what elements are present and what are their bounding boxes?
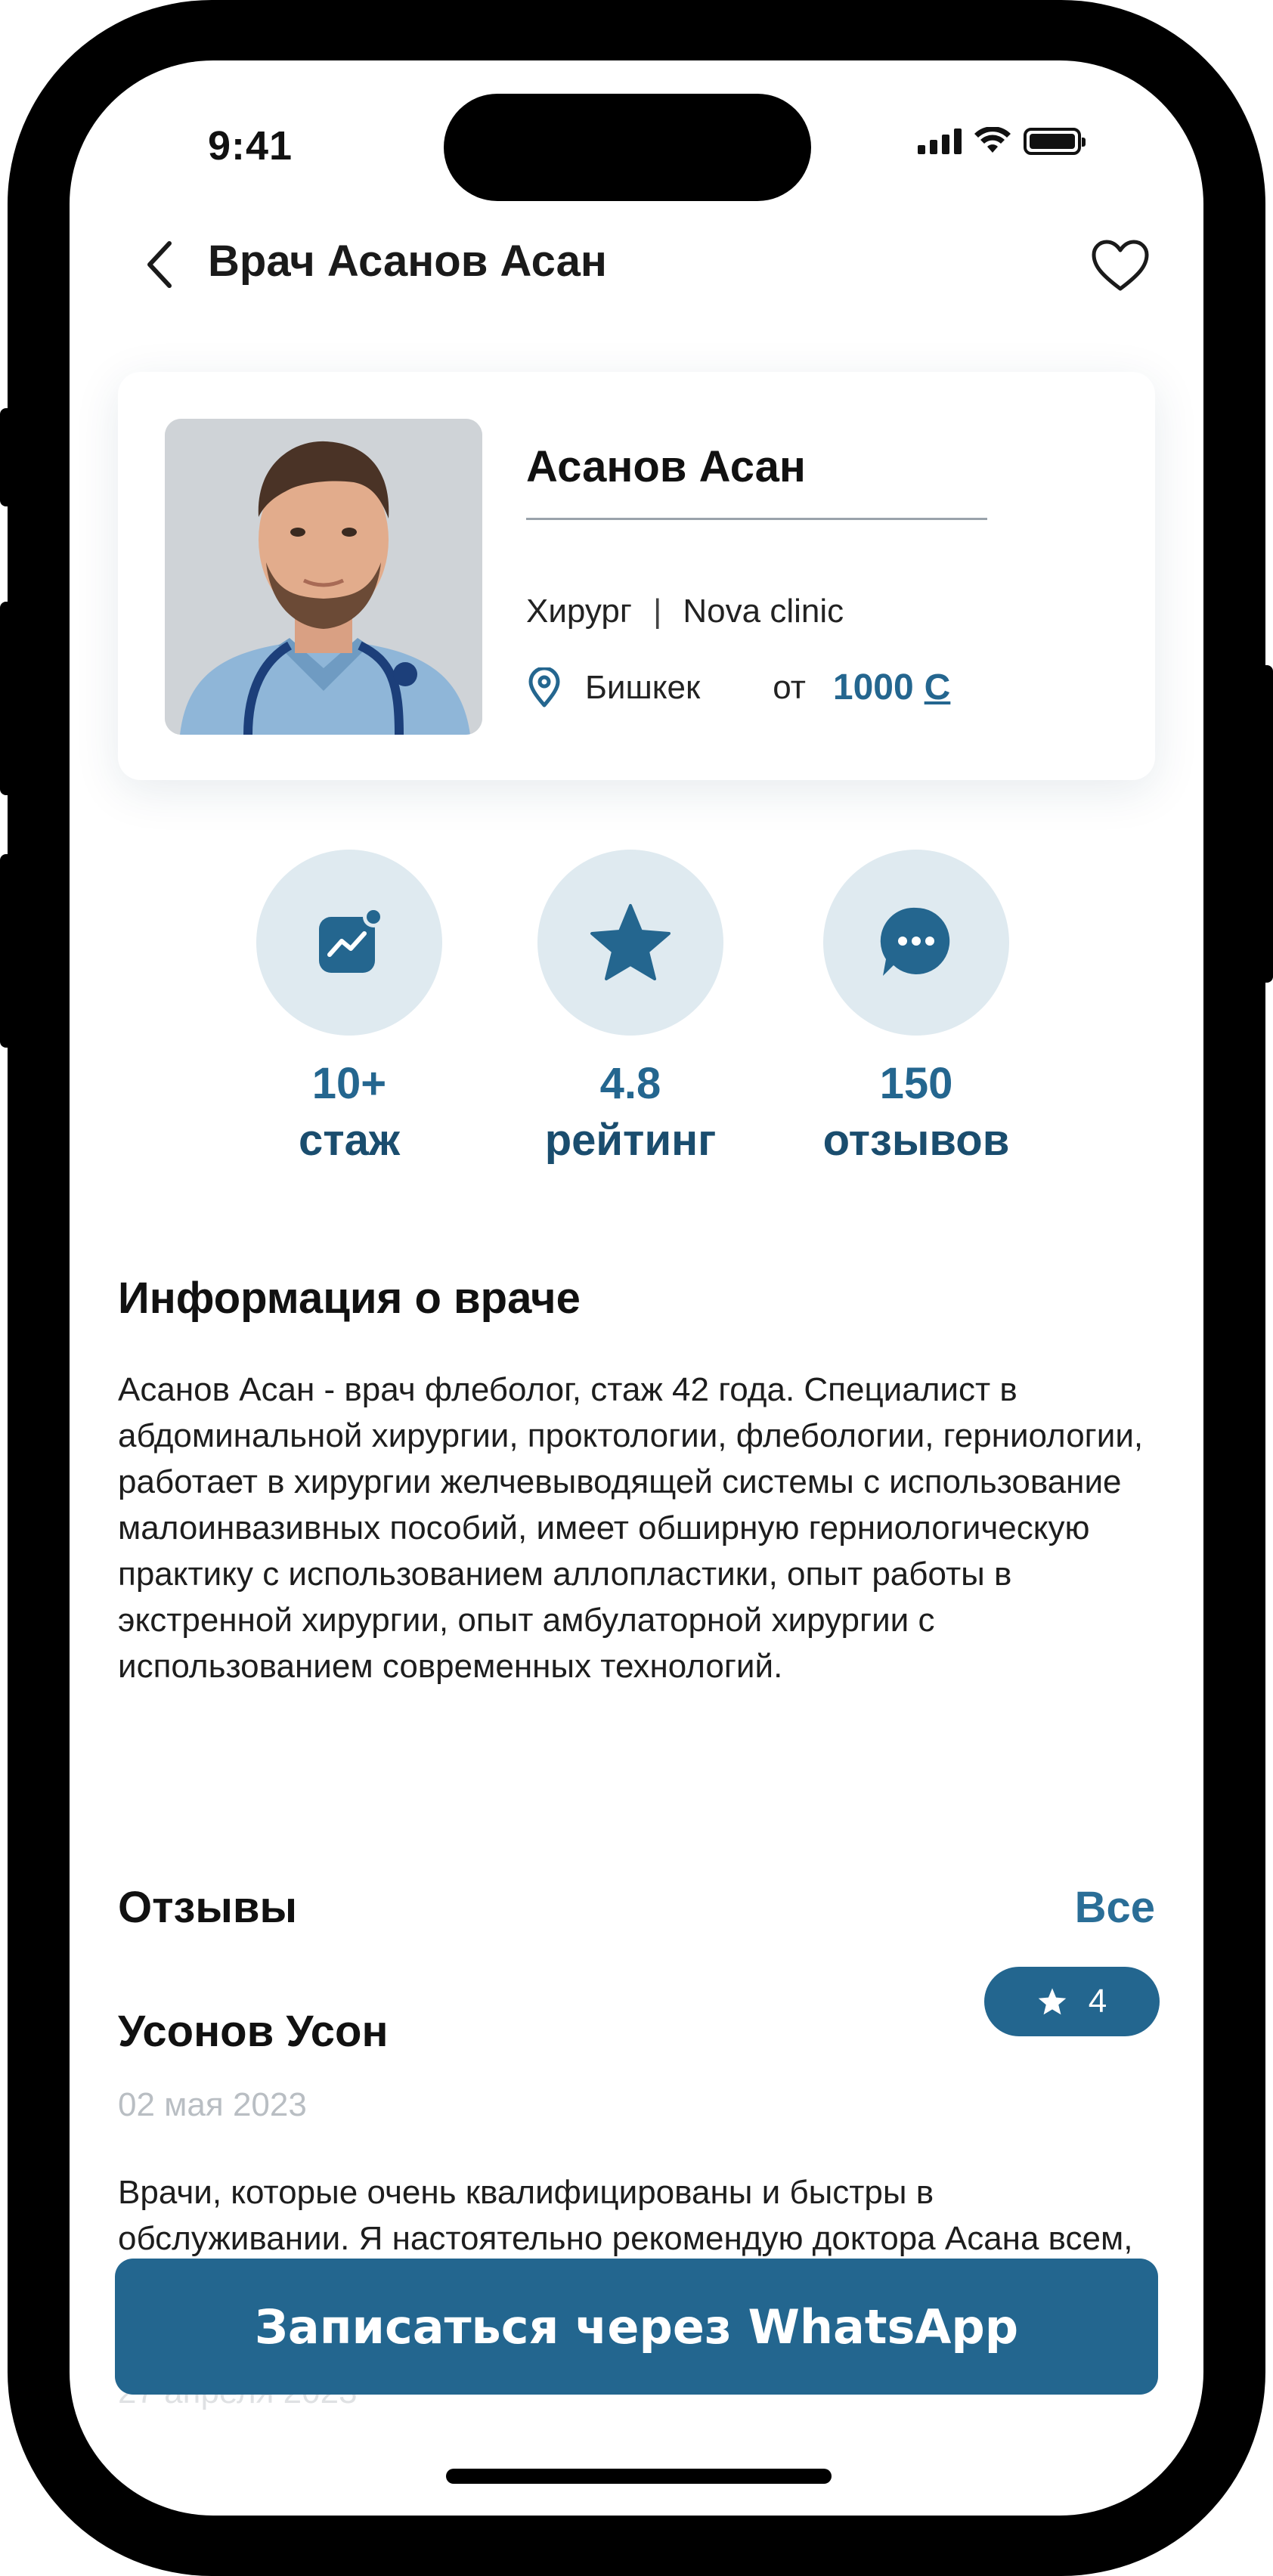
dynamic-island (444, 94, 811, 201)
doctor-specialty: Хирург (526, 593, 632, 630)
reviews-section-title: Отзывы (118, 1883, 298, 1932)
stat-experience-circle (256, 850, 442, 1036)
name-divider (526, 518, 987, 520)
home-indicator (446, 2469, 832, 2484)
price-from-label: от (773, 668, 806, 706)
see-all-reviews-link[interactable]: Все (1075, 1882, 1155, 1933)
review-rating-badge: 4 (984, 1967, 1160, 2036)
status-icons (918, 127, 1086, 156)
chart-icon (319, 906, 384, 973)
review-date: 02 мая 2023 (118, 2086, 307, 2123)
stat-reviews-label: отзывов (822, 1116, 1010, 1165)
phone-action-button (0, 408, 15, 506)
doctor-location-price: Бишкек от 1000 С (526, 667, 950, 708)
phone-power-button (1258, 665, 1273, 983)
doctor-about-text: Асанов Асан - врач флеболог, стаж 42 год… (118, 1371, 1144, 1685)
cellular-signal-icon (918, 128, 962, 154)
doctor-card: Асанов Асан Хирург | Nova clinic Бишкек … (118, 372, 1155, 780)
doctor-meta: Хирург | Nova clinic (526, 593, 844, 630)
chat-bubble-icon (880, 907, 950, 976)
price-value: 1000 (832, 667, 914, 707)
stat-experience-value: 10+ (311, 1059, 387, 1108)
stat-reviews: 150 отзывов (795, 850, 1037, 1166)
battery-icon (1024, 128, 1086, 155)
review-author: Усонов Усон (118, 2007, 389, 2056)
app-screen: 9:41 Врач Асанов Асан Асанов Асан Хирург… (70, 60, 1203, 2516)
phone-volume-up-button (0, 602, 15, 795)
stat-reviews-value: 150 (879, 1059, 953, 1108)
star-icon (1038, 1988, 1067, 2015)
stat-rating-circle (537, 850, 723, 1036)
doctor-name: Асанов Асан (526, 442, 806, 491)
whatsapp-booking-button[interactable]: Записаться через WhatsApp (115, 2259, 1158, 2395)
stat-rating-label: рейтинг (544, 1116, 717, 1165)
location-pin-icon (528, 667, 560, 707)
stat-rating-value: 4.8 (599, 1059, 661, 1108)
wifi-icon (974, 127, 1011, 153)
favorite-button[interactable] (1083, 228, 1158, 304)
doctor-clinic[interactable]: Nova clinic (683, 593, 844, 630)
heart-outline-icon (1092, 240, 1149, 291)
info-section-title: Информация о враче (118, 1274, 581, 1323)
currency-som-symbol: С (924, 667, 951, 707)
doctor-photo (165, 419, 482, 735)
status-time: 9:41 (208, 123, 293, 169)
stat-experience-label: стаж (298, 1116, 401, 1165)
star-icon (590, 904, 671, 980)
phone-volume-down-button (0, 854, 15, 1048)
back-button[interactable] (130, 227, 190, 302)
stat-reviews-circle[interactable] (823, 850, 1009, 1036)
meta-separator: | (652, 593, 662, 630)
review-rating-value: 4 (1088, 1983, 1107, 2020)
doctor-portrait-illustration (165, 419, 482, 735)
stat-experience: 10+ стаж (228, 850, 470, 1166)
page-title: Врач Асанов Асан (208, 237, 607, 286)
doctor-city: Бишкек (585, 668, 701, 706)
stat-rating: 4.8 рейтинг (510, 850, 751, 1166)
chevron-left-icon (147, 241, 172, 288)
